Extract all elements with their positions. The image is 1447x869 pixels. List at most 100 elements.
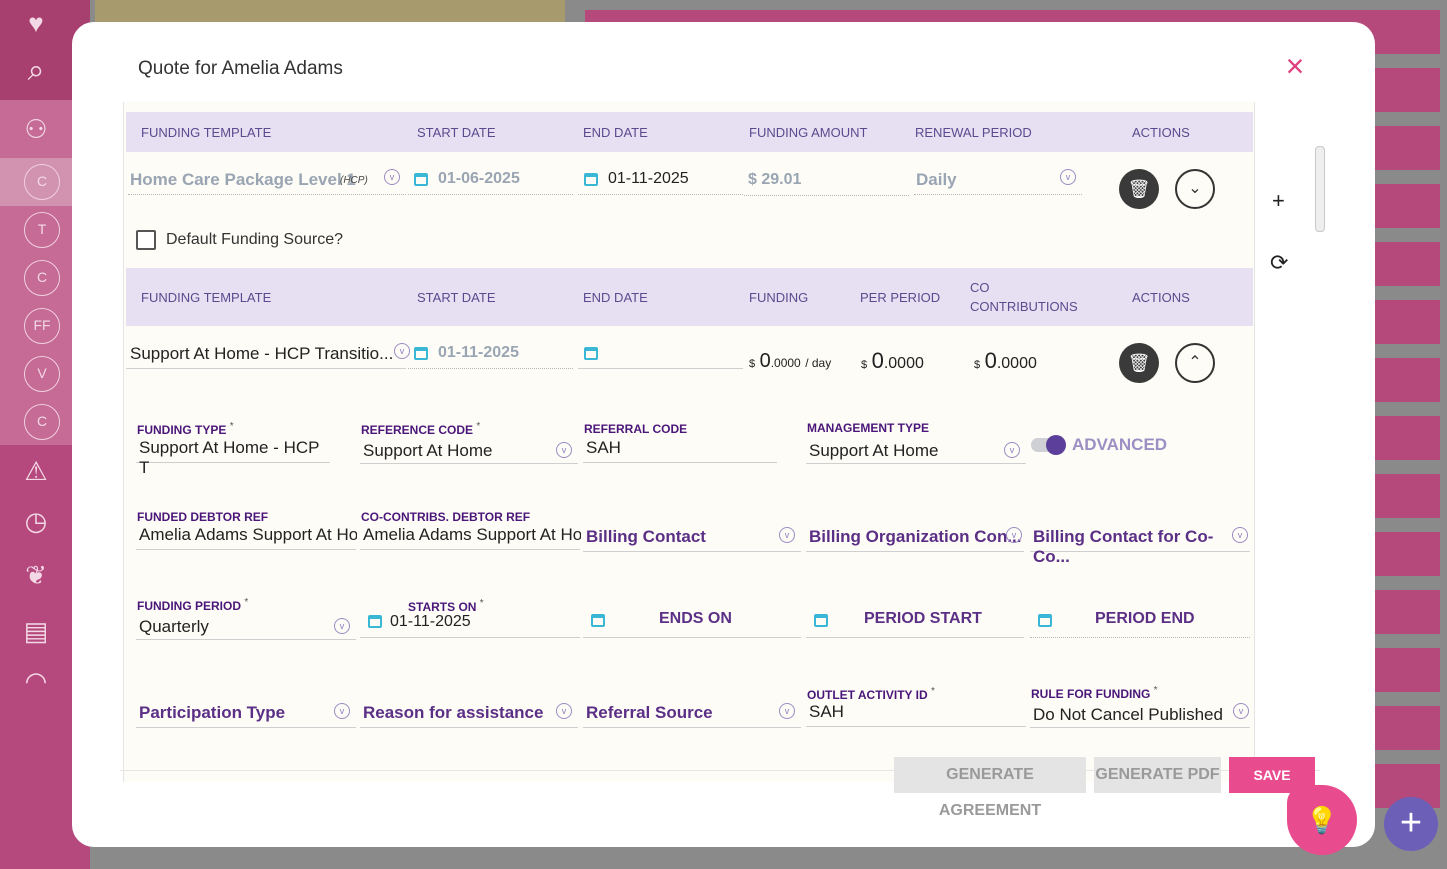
col-funding-template: FUNDING TEMPLATE	[141, 290, 272, 305]
funding-value: $ 0.0000 / day	[749, 350, 831, 373]
billing-organization-select[interactable]: Billing Organization Con... v	[806, 522, 1024, 552]
start-date-field-2[interactable]: 01-11-2025	[408, 343, 573, 369]
chevron-down-icon: v	[556, 442, 572, 458]
currency-symbol: $	[749, 358, 756, 370]
rule-for-funding-label: RULE FOR FUNDING *	[1031, 685, 1158, 701]
chat-icon[interactable]: ▤	[0, 616, 72, 647]
funded-debtor-input[interactable]: Amelia Adams Support At Ho	[136, 522, 357, 550]
add-icon[interactable]: +	[1272, 188, 1285, 214]
end-date-field-2[interactable]	[578, 343, 743, 369]
management-type-label: MANAGEMENT TYPE	[807, 421, 930, 435]
participation-type-select[interactable]: Participation Type v	[136, 698, 356, 728]
reason-select[interactable]: Reason for assistance v	[360, 698, 578, 728]
end-date-field-1[interactable]: 01-11-2025	[578, 169, 743, 195]
end-date-value-1: 01-11-2025	[608, 170, 689, 187]
expand-chevron-down-icon[interactable]: ⌄	[1175, 169, 1215, 209]
funding-period-label: FUNDING PERIOD *	[137, 597, 248, 613]
clock-icon[interactable]: ◷	[0, 506, 72, 537]
chevron-down-icon: v	[1233, 703, 1249, 719]
starts-on-field[interactable]: 01-11-2025	[360, 612, 580, 638]
funding-sub-header: FUNDING TEMPLATE START DATE END DATE FUN…	[126, 268, 1253, 326]
sidebar-circle-v[interactable]: V	[24, 356, 60, 392]
col-co-contributions-line2: CONTRIBUTIONS	[970, 299, 1078, 314]
col-actions: ACTIONS	[1132, 125, 1190, 140]
generate-pdf-button[interactable]: GENERATE PDF	[1094, 757, 1221, 793]
refresh-icon[interactable]: ⟳	[1270, 250, 1288, 276]
col-start-date: START DATE	[417, 290, 496, 305]
col-end-date: END DATE	[583, 290, 648, 305]
required-mark: *	[244, 597, 249, 608]
col-funding: FUNDING	[749, 290, 809, 305]
rule-for-funding-select[interactable]: Do Not Cancel Published ... v	[1030, 700, 1250, 728]
quote-modal: Quote for Amelia Adams × FUNDING TEMPLAT…	[72, 22, 1375, 847]
required-mark: *	[931, 686, 935, 697]
search-icon[interactable]: ⌕	[0, 54, 72, 88]
calendar-icon	[414, 347, 428, 360]
chevron-down-icon: v	[384, 169, 400, 185]
reference-code-label-text: REFERENCE CODE	[361, 423, 474, 437]
add-fab-plus-icon[interactable]: +	[1384, 797, 1438, 851]
referral-source-select[interactable]: Referral Source v	[583, 698, 801, 728]
funding-int: 0	[759, 350, 771, 372]
funding-unit: / day	[805, 356, 832, 370]
heart-icon[interactable]: ♥	[0, 8, 72, 39]
hearts-icon[interactable]: ❦	[0, 560, 72, 591]
co-contributions-value: $ 0.0000	[974, 348, 1037, 374]
referral-code-label: REFERRAL CODE	[584, 422, 688, 436]
starts-on-value: 01-11-2025	[390, 613, 471, 630]
billing-co-contact-select[interactable]: Billing Contact for Co-Co... v	[1030, 522, 1250, 566]
gauge-icon[interactable]: ◠	[0, 666, 72, 697]
funding-template-select[interactable]: Home Care Package Level 1 (HCP) v	[128, 169, 406, 195]
period-start-field[interactable]: PERIOD START	[806, 604, 1024, 638]
lightbulb-icon[interactable]: 💡	[1287, 785, 1357, 855]
start-date-field-1[interactable]: 01-06-2025	[408, 169, 573, 195]
generate-agreement-button[interactable]: GENERATE AGREEMENT	[894, 757, 1086, 819]
funding-amount-field[interactable]: $ 29.01	[744, 170, 909, 196]
funding-type-value: Support At Home - HCP T	[139, 438, 320, 477]
chevron-down-icon: v	[556, 703, 572, 719]
outlet-activity-input[interactable]: SAH	[806, 699, 1026, 727]
col-end-date: END DATE	[583, 125, 648, 140]
co-dec: .0000	[996, 355, 1037, 372]
ends-on-field[interactable]: ENDS ON	[583, 604, 801, 638]
renewal-period-value: Daily	[916, 170, 957, 189]
co-debtor-value: Amelia Adams Support At Ho	[363, 525, 581, 544]
sidebar-circle-c3[interactable]: C	[24, 404, 60, 440]
period-end-field[interactable]: PERIOD END	[1030, 604, 1250, 638]
delete-icon[interactable]: 🗑	[1119, 169, 1159, 209]
funding-template-value: Home Care Package Level 1	[130, 170, 356, 189]
warning-icon[interactable]: ⚠	[0, 456, 72, 487]
people-icon[interactable]: ⚇	[0, 114, 72, 145]
close-icon[interactable]: ×	[1280, 50, 1310, 82]
funding-period-select[interactable]: Quarterly v	[136, 612, 356, 640]
modal-title: Quote for Amelia Adams	[138, 58, 343, 79]
default-funding-checkbox[interactable]	[136, 230, 156, 250]
funding-dec: .0000	[770, 356, 801, 370]
col-per-period: PER PERIOD	[860, 290, 941, 305]
rule-for-funding-label-text: RULE FOR FUNDING	[1031, 687, 1151, 701]
chevron-down-icon: v	[779, 527, 795, 543]
calendar-icon	[591, 614, 605, 627]
chevron-down-icon: v	[334, 703, 350, 719]
renewal-period-select[interactable]: Daily v	[914, 169, 1082, 195]
sidebar-circle-c2[interactable]: C	[24, 260, 60, 296]
co-debtor-input[interactable]: Amelia Adams Support At Ho	[360, 522, 581, 550]
period-end-label: PERIOD END	[1095, 610, 1195, 627]
scrollbar[interactable]	[1315, 146, 1325, 232]
reference-code-select[interactable]: Support At Home v	[360, 436, 578, 464]
referral-code-input[interactable]: SAH	[583, 435, 777, 463]
advanced-toggle[interactable]	[1031, 435, 1066, 455]
collapse-chevron-up-icon[interactable]: ⌃	[1175, 343, 1215, 383]
chevron-down-icon: v	[1006, 527, 1022, 543]
sidebar-circle-ff[interactable]: FF	[24, 308, 60, 344]
delete-icon[interactable]: 🗑	[1119, 343, 1159, 383]
sidebar-circle-t[interactable]: T	[24, 212, 60, 248]
chevron-down-icon: v	[1060, 169, 1076, 185]
management-type-select[interactable]: Support At Home v	[806, 436, 1026, 464]
funding-type-input[interactable]: Support At Home - HCP T	[136, 435, 330, 477]
referral-source-label: Referral Source	[586, 703, 713, 722]
billing-contact-select[interactable]: Billing Contact v	[583, 522, 801, 552]
funding-template-select-2[interactable]: Support At Home - HCP Transitio... v	[126, 343, 410, 369]
sidebar-circle-c1[interactable]: C	[24, 164, 60, 200]
billing-contact-label: Billing Contact	[586, 527, 706, 546]
